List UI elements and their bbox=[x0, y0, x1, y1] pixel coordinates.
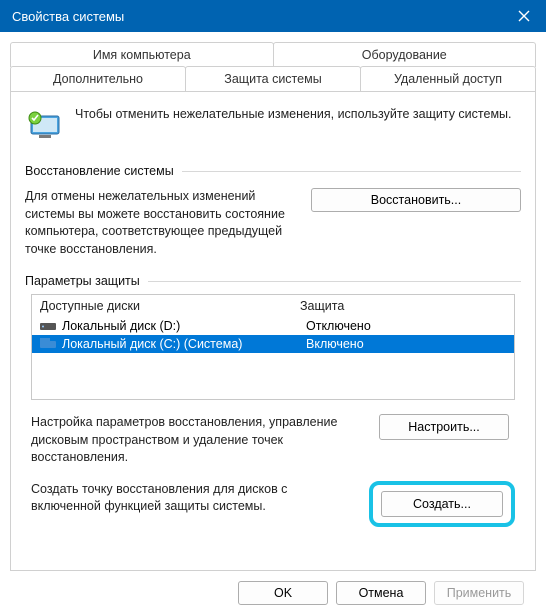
divider bbox=[182, 171, 521, 172]
dialog-footer: OK Отмена Применить bbox=[10, 571, 536, 605]
restore-description: Для отмены нежелательных изменений систе… bbox=[25, 188, 299, 258]
col-protection: Защита bbox=[300, 299, 344, 313]
protection-section-title: Параметры защиты bbox=[25, 274, 140, 288]
drive-status: Отключено bbox=[306, 319, 371, 333]
drive-row-selected[interactable]: Локальный диск (C:) (Система) Включено bbox=[32, 335, 514, 353]
cancel-button[interactable]: Отмена bbox=[336, 581, 426, 605]
create-button[interactable]: Создать... bbox=[381, 491, 503, 517]
tab-content: Чтобы отменить нежелательные изменения, … bbox=[10, 91, 536, 571]
restore-section-title: Восстановление системы bbox=[25, 164, 174, 178]
drive-row[interactable]: Локальный диск (D:) Отключено bbox=[32, 317, 514, 335]
col-drives: Доступные диски bbox=[40, 299, 300, 313]
create-button-highlight: Создать... bbox=[369, 481, 515, 527]
restore-button[interactable]: Восстановить... bbox=[311, 188, 521, 212]
configure-button[interactable]: Настроить... bbox=[379, 414, 509, 440]
titlebar: Свойства системы bbox=[0, 0, 546, 32]
drive-name: Локальный диск (D:) bbox=[62, 319, 306, 333]
tab-computer-name[interactable]: Имя компьютера bbox=[10, 42, 274, 67]
create-text: Создать точку восстановления для дисков … bbox=[31, 481, 357, 516]
ok-button[interactable]: OK bbox=[238, 581, 328, 605]
dialog-body: Имя компьютера Оборудование Дополнительн… bbox=[0, 32, 546, 615]
tab-hardware[interactable]: Оборудование bbox=[273, 42, 537, 67]
section-restore-label: Восстановление системы bbox=[25, 164, 521, 178]
configure-text: Настройка параметров восстановления, упр… bbox=[31, 414, 361, 467]
intro-block: Чтобы отменить нежелательные изменения, … bbox=[25, 106, 521, 146]
tab-system-protection[interactable]: Защита системы bbox=[185, 66, 361, 92]
window-title: Свойства системы bbox=[12, 9, 124, 24]
tab-advanced[interactable]: Дополнительно bbox=[10, 66, 186, 91]
hdd-icon bbox=[40, 338, 56, 350]
shield-monitor-icon bbox=[25, 106, 65, 146]
create-row: Создать точку восстановления для дисков … bbox=[25, 481, 521, 527]
divider bbox=[148, 281, 521, 282]
hdd-icon bbox=[40, 320, 56, 332]
apply-button[interactable]: Применить bbox=[434, 581, 524, 605]
restore-block: Для отмены нежелательных изменений систе… bbox=[25, 184, 521, 274]
configure-row: Настройка параметров восстановления, упр… bbox=[25, 414, 521, 467]
drive-name: Локальный диск (C:) (Система) bbox=[62, 337, 306, 351]
drive-status: Включено bbox=[306, 337, 364, 351]
section-protection-label: Параметры защиты bbox=[25, 274, 521, 288]
drives-list[interactable]: Доступные диски Защита Локальный диск (D… bbox=[31, 294, 515, 400]
close-icon[interactable] bbox=[514, 6, 534, 26]
intro-text: Чтобы отменить нежелательные изменения, … bbox=[75, 106, 512, 146]
tab-strip: Имя компьютера Оборудование Дополнительн… bbox=[10, 42, 536, 571]
drives-header: Доступные диски Защита bbox=[32, 295, 514, 317]
tab-remote[interactable]: Удаленный доступ bbox=[360, 66, 536, 91]
